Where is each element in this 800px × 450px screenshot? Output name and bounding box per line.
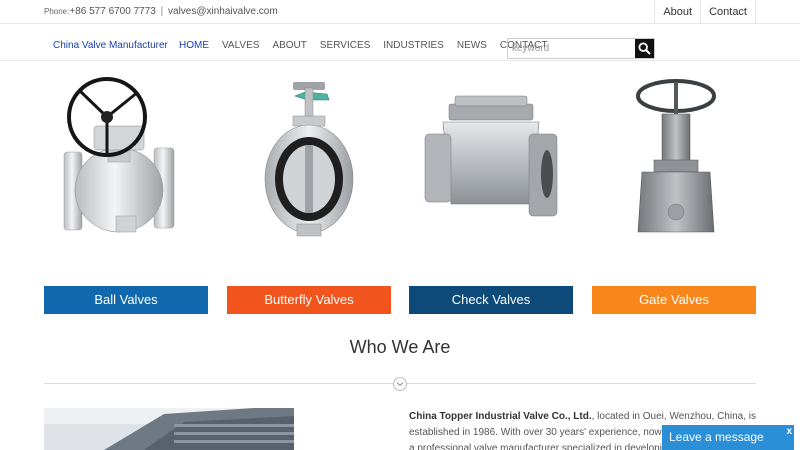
check-valves-button[interactable]: Check Valves [409,286,573,314]
search-button[interactable] [635,39,654,58]
nav-item-home[interactable]: HOME [179,40,209,51]
brand-name[interactable]: China Valve Manufacturer [53,40,168,51]
close-icon[interactable]: x [786,426,792,437]
email-address[interactable]: valves@xinhaivalve.com [168,6,278,17]
gate-valves-button[interactable]: Gate Valves [592,286,756,314]
chevron-down-icon [393,377,407,391]
nav-item-about[interactable]: ABOUT [272,40,306,51]
company-name: China Topper Industrial Valve Co., Ltd. [409,411,592,422]
ball-valve-image[interactable] [44,74,208,239]
leave-message-widget[interactable]: Leave a message x [662,425,794,450]
leave-message-label[interactable]: Leave a message [669,430,764,444]
butterfly-valves-button[interactable]: Butterfly Valves [227,286,391,314]
contact-info: Phone:+86 577 6700 7773 | valves@xinhaiv… [44,6,278,17]
section-title: Who We Are [349,337,451,357]
top-link-about[interactable]: About [654,0,700,24]
check-valve-image[interactable] [409,74,573,239]
nav-item-industries[interactable]: INDUSTRIES [383,40,444,51]
top-link-contact[interactable]: Contact [700,0,756,24]
phone-number[interactable]: +86 577 6700 7773 [69,6,155,17]
about-line-1: China Topper Industrial Valve Co., Ltd.,… [409,411,756,422]
top-bar: Phone:+86 577 6700 7773 | valves@xinhaiv… [0,0,800,24]
top-links: About Contact [654,0,756,24]
search-input[interactable] [508,39,636,58]
butterfly-valve-image[interactable] [227,74,391,239]
main-navigation: China Valve Manufacturer HOME VALVES ABO… [0,24,800,61]
nav-item-valves[interactable]: VALVES [222,40,259,51]
nav-menu: HOME VALVES ABOUT SERVICES INDUSTRIES NE… [179,40,560,51]
search-box [507,38,655,59]
company-building-photo [44,408,294,450]
contact-separator: | [160,6,164,17]
gate-valve-image[interactable] [592,74,756,239]
search-icon [638,42,651,55]
ball-valves-button[interactable]: Ball Valves [44,286,208,314]
nav-item-news[interactable]: NEWS [457,40,487,51]
phone-label: Phone: [44,7,70,16]
nav-item-services[interactable]: SERVICES [320,40,370,51]
